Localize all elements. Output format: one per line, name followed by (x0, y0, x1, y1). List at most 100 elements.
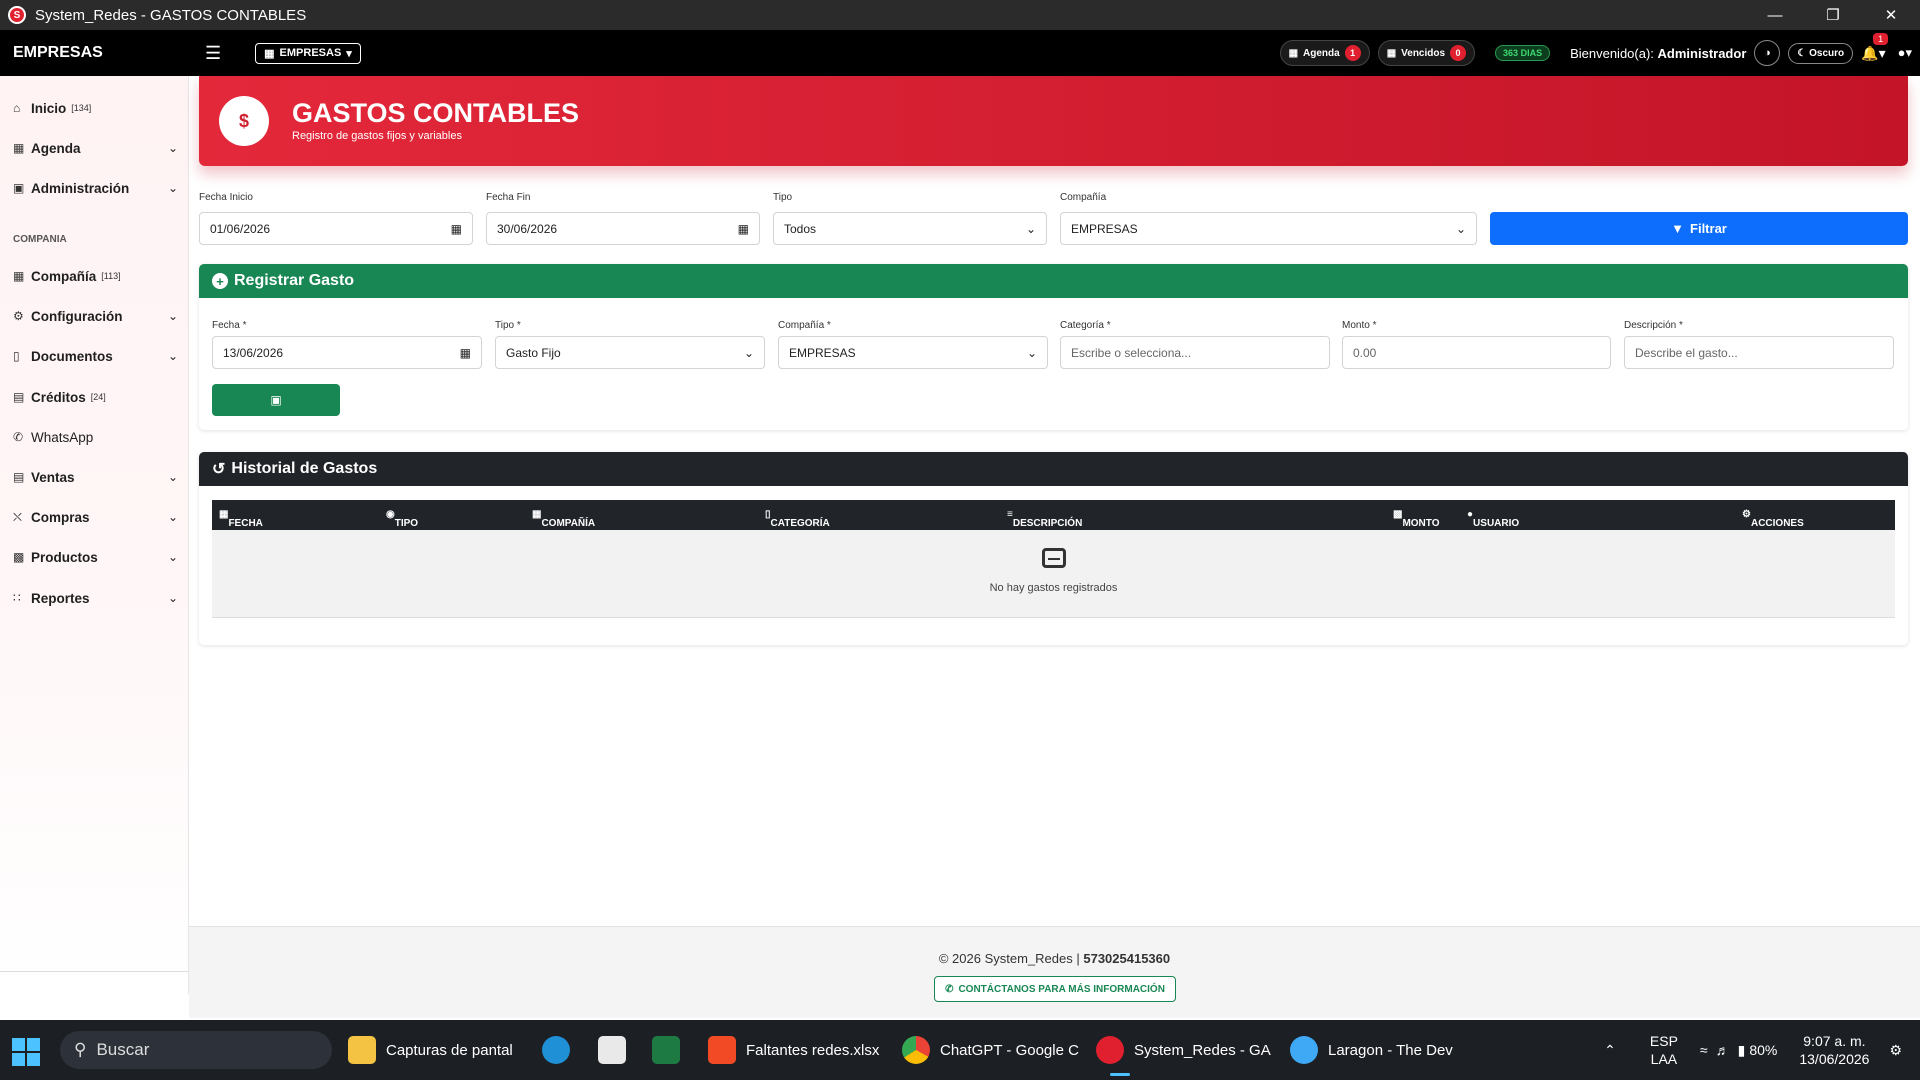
wifi-icon[interactable]: ≈ (1700, 1042, 1708, 1058)
column-header-company: ▦ COMPAÑÍA (532, 509, 596, 529)
user-menu-icon[interactable]: ●▾ (1898, 45, 1912, 61)
search-icon: ⚲ (74, 1040, 87, 1059)
chrome-icon (902, 1036, 930, 1064)
contact-us-label: CONTÁCTANOS PARA MÁS INFORMACIÓN (958, 983, 1165, 995)
windows-start-icon[interactable] (12, 1038, 40, 1066)
register-card-title: Registrar Gasto (234, 272, 355, 289)
sidebar-item-compras[interactable]: ⛌ Compras ⌄ (13, 505, 178, 529)
sidebar-item-label: Documentos (31, 348, 113, 364)
sidebar-item-reportes[interactable]: ∷ Reportes ⌄ (13, 586, 178, 610)
sidebar-item-inicio[interactable]: ⌂ Inicio [134] (13, 96, 178, 120)
register-date-input[interactable]: 13/06/2026 ▦ (212, 336, 482, 369)
close-button[interactable]: ✕ (1862, 0, 1920, 30)
column-label: MONTO (1402, 518, 1440, 529)
calendar-icon[interactable]: ▦ (738, 222, 749, 236)
sidebar-item-documentos[interactable]: ▯ Documentos ⌄ (13, 344, 178, 368)
id-card-icon: ▣ (13, 181, 25, 195)
register-category-label: Categoría * (1060, 320, 1111, 331)
clock-date: 13/06/2026 (1799, 1051, 1870, 1067)
calendar-icon[interactable]: ▦ (460, 346, 471, 360)
inbox-icon (1042, 548, 1066, 568)
building-icon: ▦ (264, 47, 275, 60)
contact-us-button[interactable]: ✆ CONTÁCTANOS PARA MÁS INFORMACIÓN (934, 976, 1176, 1002)
column-header-amount: ▩ MONTO (1393, 509, 1440, 529)
sidebar-item-administracion[interactable]: ▣ Administración ⌄ (13, 176, 178, 200)
brand[interactable]: EMPRESAS (13, 44, 183, 62)
vencidos-pill[interactable]: ▦ Vencidos 0 (1377, 40, 1476, 66)
taskbar-app-store[interactable] (598, 1020, 626, 1080)
company-selector[interactable]: ▦ EMPRESAS ▾ (255, 42, 361, 64)
sidebar-item-label: Compañía (31, 268, 97, 284)
gears-icon: ⚙ (13, 309, 24, 323)
battery-icon[interactable]: ▮ (1738, 1042, 1746, 1059)
sidebar-item-agenda[interactable]: ▦ Agenda ⌄ (13, 136, 178, 160)
taskbar-search[interactable]: ⚲ Buscar (60, 1031, 332, 1069)
taskbar-app-explorer[interactable]: Capturas de pantal (348, 1020, 513, 1080)
sidebar-item-compania[interactable]: ▦ Compañía [113] (13, 264, 178, 288)
sidebar-item-whatsapp[interactable]: ✆ WhatsApp (13, 425, 178, 449)
agenda-pill-label: Agenda (1303, 47, 1340, 59)
status-toggle-icon[interactable]: ◑ (1754, 40, 1781, 66)
theme-toggle[interactable]: ☾ Oscuro (1788, 42, 1854, 64)
column-header-category: ▯ CATEGORÍA (765, 509, 830, 529)
sidebar-item-badge: [113] (101, 271, 121, 281)
calendar-icon[interactable]: ▦ (451, 222, 462, 236)
chevron-down-icon: ⌄ (743, 345, 754, 360)
taskbar-app-system-redes[interactable]: System_Redes - GA (1096, 1020, 1271, 1080)
taskbar-app-brave[interactable]: Faltantes redes.xlsx (708, 1020, 879, 1080)
minimize-button[interactable]: — (1746, 0, 1804, 30)
notifications-bell-icon[interactable]: 🔔▾ 1 (1861, 32, 1889, 62)
expense-history-card: ↺ Historial de Gastos ▦ FECHA ◉ TIPO ▦ C… (199, 452, 1908, 645)
taskbar-app-edge[interactable] (542, 1020, 570, 1080)
agenda-pill[interactable]: ▦ Agenda 1 (1279, 40, 1370, 66)
restore-button[interactable]: ❐ (1804, 0, 1862, 30)
filter-company-select[interactable]: EMPRESAS ⌄ (1060, 212, 1477, 245)
register-category-input[interactable]: Escribe o selecciona... (1060, 336, 1330, 369)
filter-end-label: Fecha Fin (486, 192, 531, 203)
sidebar-item-creditos[interactable]: ▤ Créditos [24] (13, 385, 178, 409)
volume-icon[interactable]: ♬ (1716, 1042, 1730, 1058)
history-card-title: Historial de Gastos (231, 460, 378, 477)
column-header-date: ▦ FECHA (219, 509, 263, 529)
chart-icon: ∷ (13, 591, 21, 605)
register-company-select[interactable]: EMPRESAS ⌄ (778, 336, 1048, 369)
filter-type-select[interactable]: Todos ⌄ (773, 212, 1047, 245)
sidebar-item-badge: [24] (90, 392, 106, 402)
boxes-icon: ▩ (13, 550, 25, 564)
menu-toggle-icon[interactable]: ☰ (205, 43, 221, 64)
register-amount-input[interactable]: 0.00 (1342, 336, 1611, 369)
sidebar-item-configuracion[interactable]: ⚙ Configuración ⌄ (13, 304, 178, 328)
home-icon: ⌂ (13, 101, 21, 115)
vencidos-pill-label: Vencidos (1401, 47, 1446, 59)
agenda-count: 1 (1344, 45, 1361, 61)
column-label: TIPO (394, 518, 419, 529)
notification-center-icon[interactable]: ⚙ (1889, 1042, 1902, 1059)
register-description-input[interactable]: Describe el gasto... (1624, 336, 1894, 369)
save-expense-button[interactable]: ▣ (212, 384, 340, 416)
whatsapp-icon: ✆ (13, 430, 24, 444)
register-company-label: Compañía * (778, 320, 831, 331)
sidebar-item-ventas[interactable]: ▤ Ventas ⌄ (13, 465, 178, 489)
sidebar-item-label: Créditos (31, 389, 86, 405)
caret-down-icon: ▾ (346, 47, 352, 60)
cart-icon: ⛌ (13, 509, 22, 524)
register-type-select[interactable]: Gasto Fijo ⌄ (495, 336, 765, 369)
sidebar-item-badge: [134] (71, 103, 92, 113)
language-indicator[interactable]: ESP LAA (1650, 1032, 1678, 1068)
sidebar-item-productos[interactable]: ▩ Productos ⌄ (13, 545, 178, 569)
history-icon: ↺ (212, 461, 226, 478)
edge-browser-icon (542, 1036, 570, 1064)
calendar-x-icon: ▦ (1386, 47, 1397, 59)
taskbar-app-laragon[interactable]: Laragon - The Dev (1290, 1020, 1453, 1080)
chevron-up-icon[interactable]: ⌃ (1604, 1042, 1616, 1059)
empty-state: No hay gastos registrados (212, 530, 1895, 618)
filter-button[interactable]: ▼ Filtrar (1490, 212, 1908, 245)
window-titlebar: S System_Redes - GASTOS CONTABLES — ❐ ✕ (0, 0, 1920, 30)
filter-end-date-input[interactable]: 30/06/2026 ▦ (486, 212, 760, 245)
taskbar-app-excel[interactable] (652, 1020, 680, 1080)
folder-icon: ▯ (13, 349, 20, 363)
filter-start-date-input[interactable]: 01/06/2026 ▦ (199, 212, 473, 245)
clock[interactable]: 9:07 a. m. 13/06/2026 (1799, 1032, 1869, 1068)
taskbar-app-label: Faltantes redes.xlsx (746, 1041, 880, 1059)
taskbar-app-chrome[interactable]: ChatGPT - Google C (902, 1020, 1079, 1080)
